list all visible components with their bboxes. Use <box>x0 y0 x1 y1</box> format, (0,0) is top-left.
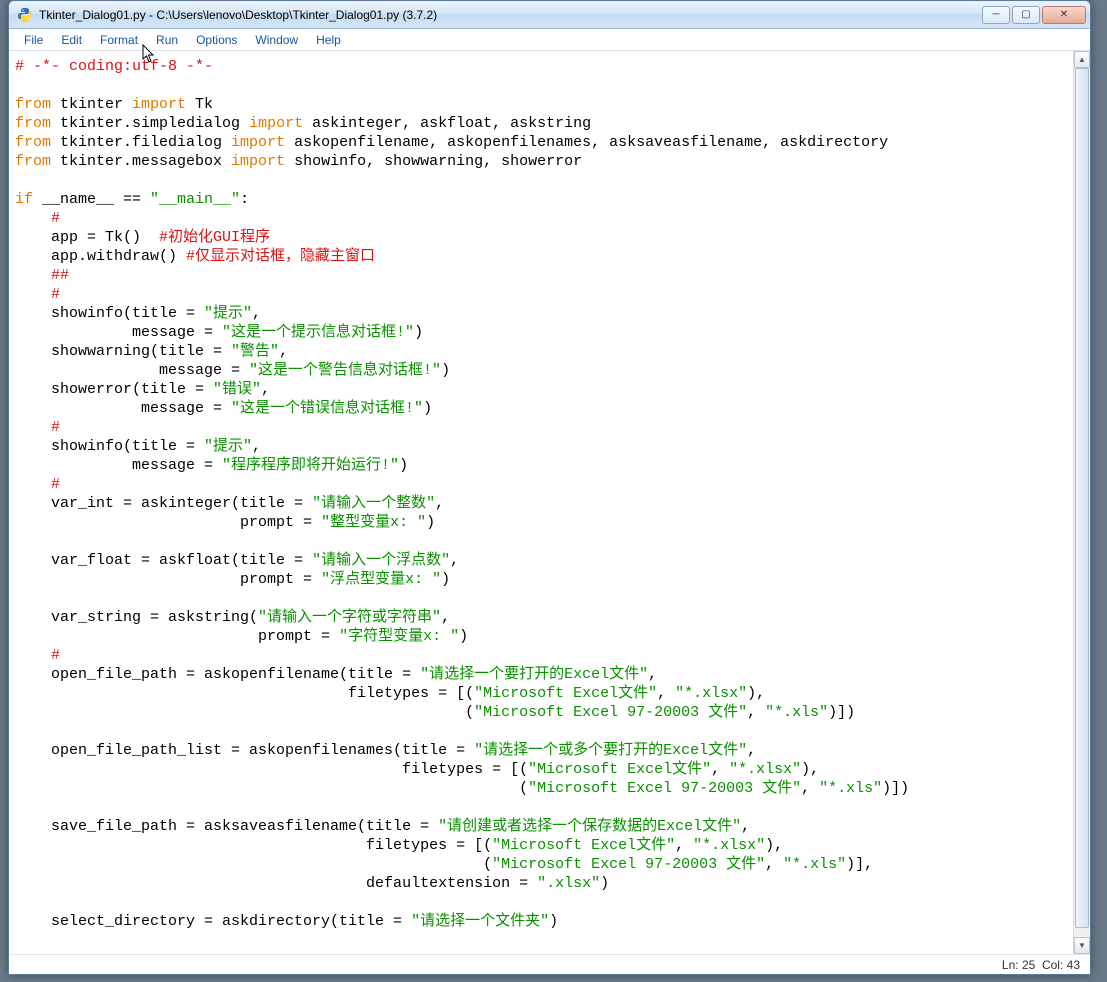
statusbar: Ln: 25 Col: 43 <box>9 954 1090 974</box>
scroll-thumb[interactable] <box>1075 68 1089 928</box>
window-controls: ─ ▢ ✕ <box>982 6 1086 24</box>
menu-help[interactable]: Help <box>307 31 350 49</box>
editor-area: # -*- coding:utf-8 -*- from tkinter impo… <box>9 51 1090 954</box>
close-button[interactable]: ✕ <box>1042 6 1086 24</box>
window-title: Tkinter_Dialog01.py - C:\Users\lenovo\De… <box>37 8 982 22</box>
menu-format[interactable]: Format <box>91 31 147 49</box>
menu-options[interactable]: Options <box>187 31 246 49</box>
maximize-button[interactable]: ▢ <box>1012 6 1040 24</box>
menu-edit[interactable]: Edit <box>52 31 91 49</box>
vertical-scrollbar[interactable]: ▲ ▼ <box>1073 51 1090 954</box>
titlebar[interactable]: Tkinter_Dialog01.py - C:\Users\lenovo\De… <box>9 1 1090 29</box>
menu-window[interactable]: Window <box>246 31 307 49</box>
menu-run[interactable]: Run <box>147 31 187 49</box>
idle-window: Tkinter_Dialog01.py - C:\Users\lenovo\De… <box>8 0 1091 975</box>
minimize-button[interactable]: ─ <box>982 6 1010 24</box>
status-col: Col: 43 <box>1042 958 1080 972</box>
scroll-up-icon[interactable]: ▲ <box>1074 51 1090 68</box>
menubar: File Edit Format Run Options Window Help <box>9 29 1090 51</box>
status-line: Ln: 25 <box>1002 958 1035 972</box>
code-editor[interactable]: # -*- coding:utf-8 -*- from tkinter impo… <box>9 51 1072 954</box>
menu-file[interactable]: File <box>15 31 52 49</box>
python-icon <box>17 7 33 23</box>
scroll-down-icon[interactable]: ▼ <box>1074 937 1090 954</box>
